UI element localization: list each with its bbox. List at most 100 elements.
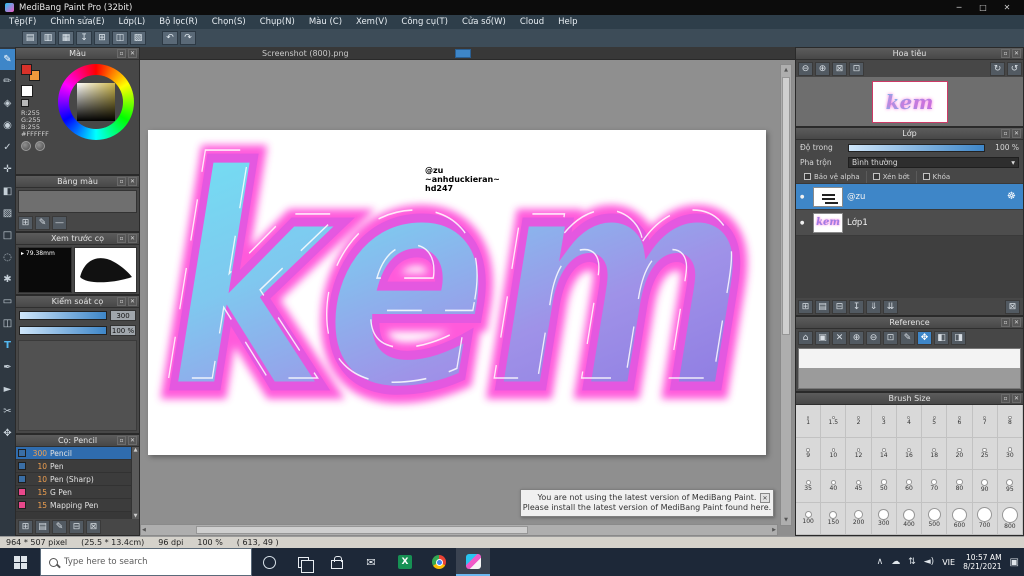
maximize-button[interactable]: □ xyxy=(971,0,995,15)
hand-tool[interactable]: ✥ xyxy=(0,423,15,444)
open-icon[interactable]: ▥ xyxy=(40,31,56,45)
brush-opacity-slider[interactable] xyxy=(19,326,107,335)
brush-size-option[interactable]: 2 xyxy=(846,405,872,438)
filter-tool[interactable]: ✓ xyxy=(0,137,15,158)
horizontal-scrollbar[interactable]: ◀ ▶ xyxy=(140,524,778,536)
menu-item-3[interactable]: Lớp(L) xyxy=(112,15,153,29)
action-center-button[interactable]: ▣ xyxy=(1010,557,1019,568)
gradient-tool[interactable]: ▨ xyxy=(0,203,15,224)
remove-swatch-icon[interactable]: — xyxy=(52,216,67,230)
brush-size-option[interactable]: 1 xyxy=(796,405,822,438)
brush-size-option[interactable]: 6 xyxy=(947,405,973,438)
menu-item-12[interactable]: Help xyxy=(551,15,584,29)
canvas[interactable]: kem kem kem @zu ~anhduckieran~ hd247 xyxy=(148,130,766,455)
notification-close-button[interactable]: ✕ xyxy=(760,493,770,503)
layer-row[interactable]: ● kem Lớp1 xyxy=(796,210,1023,236)
pen-icon[interactable]: ✎ xyxy=(900,330,915,345)
brush-item[interactable]: 300 Pencil xyxy=(16,447,131,460)
brush-tool[interactable]: ✎ xyxy=(0,49,15,70)
brush-size-option[interactable]: 20 xyxy=(947,437,973,470)
mail-button[interactable]: ✉ xyxy=(354,548,388,576)
palette-mode-button[interactable] xyxy=(35,141,45,151)
panel-close-button[interactable]: ✕ xyxy=(1012,394,1021,403)
reset-rotation-icon[interactable]: ↺ xyxy=(1007,61,1022,76)
cloud-icon[interactable]: ☁ xyxy=(891,557,900,567)
brush-size-option[interactable]: 8 xyxy=(997,405,1023,438)
brush-size-value[interactable]: 300 xyxy=(110,310,136,321)
taskbar-search[interactable]: Type here to search xyxy=(40,548,252,576)
panel-close-button[interactable]: ✕ xyxy=(128,234,137,243)
taskbar-clock[interactable]: 10:57 AM 8/21/2021 xyxy=(963,553,1001,571)
panel-popout-button[interactable]: ▫ xyxy=(1001,318,1010,327)
panel-popout-button[interactable]: ▫ xyxy=(1001,49,1010,58)
panel-close-button[interactable]: ✕ xyxy=(1012,129,1021,138)
panel-popout-button[interactable]: ▫ xyxy=(117,297,126,306)
layer-visibility-dot[interactable]: ● xyxy=(800,220,809,226)
color-wheel[interactable] xyxy=(58,64,134,140)
brush-size-option[interactable]: 100 xyxy=(796,502,822,535)
layer-visibility-dot[interactable]: ● xyxy=(800,194,809,200)
brush-size-option[interactable]: 25 xyxy=(972,437,998,470)
image-icon[interactable]: ▣ xyxy=(815,330,830,345)
undo-icon[interactable]: ↶ xyxy=(162,31,178,45)
horizontal-scroll-thumb[interactable] xyxy=(196,526,528,534)
brush-size-option[interactable]: 1.5 xyxy=(821,405,847,438)
fill-tool[interactable]: ◧ xyxy=(0,181,15,202)
add-swatch-icon[interactable]: ⊞ xyxy=(18,216,33,230)
foreground-color-swatch[interactable] xyxy=(21,85,33,97)
brush-item[interactable]: 15 G Pen xyxy=(16,486,131,499)
move-tool[interactable]: ✛ xyxy=(0,159,15,180)
zoom-in-icon[interactable]: ⊕ xyxy=(849,330,864,345)
layer-option-1[interactable]: Bảo vệ alpha xyxy=(798,170,867,183)
merge-layer-icon[interactable]: ⇊ xyxy=(883,299,898,314)
panel-close-button[interactable]: ✕ xyxy=(128,49,137,58)
brush-size-option[interactable]: 300 xyxy=(871,502,897,535)
medibang-taskbar-button[interactable] xyxy=(456,548,490,576)
brush-size-option[interactable]: 4 xyxy=(896,405,923,438)
layer-opacity-slider[interactable] xyxy=(848,143,985,152)
menu-item-5[interactable]: Chọn(S) xyxy=(205,15,253,29)
brush-size-option[interactable]: 150 xyxy=(821,502,847,535)
brush-size-option[interactable]: 400 xyxy=(896,502,923,535)
edit-swatch-icon[interactable]: ✎ xyxy=(35,216,50,230)
close-button[interactable]: ✕ xyxy=(995,0,1019,15)
reference-content[interactable] xyxy=(798,348,1021,368)
brush-item[interactable]: 10 Pen xyxy=(16,460,131,473)
pencil-tool[interactable]: ✏ xyxy=(0,71,15,92)
brush-size-option[interactable]: 5 xyxy=(922,405,948,438)
rotate-view-icon[interactable]: ↻ xyxy=(990,61,1005,76)
apply-layer-icon[interactable]: ⇓ xyxy=(866,299,881,314)
panel-close-button[interactable]: ✕ xyxy=(128,297,137,306)
tab-scroll-button[interactable] xyxy=(455,49,471,58)
clear-icon[interactable]: ✕ xyxy=(832,330,847,345)
transfer-layer-icon[interactable]: ↧ xyxy=(849,299,864,314)
actual-size-icon[interactable]: ⊡ xyxy=(849,61,864,76)
brush-opacity-value[interactable]: 100 % xyxy=(110,325,136,336)
material-icon[interactable]: ▧ xyxy=(130,31,146,45)
brush-size-option[interactable]: 10 xyxy=(821,437,847,470)
magic-wand-tool[interactable]: ✱ xyxy=(0,269,15,290)
brush-size-option[interactable]: 500 xyxy=(922,502,948,535)
brush-size-option[interactable]: 3 xyxy=(871,405,897,438)
delete-layer-icon[interactable]: ⊠ xyxy=(1005,299,1020,314)
pan-hand-icon[interactable]: ✥ xyxy=(917,330,932,345)
layer-row[interactable]: ● @zu ☸ xyxy=(796,184,1023,210)
scroll-left-arrow[interactable]: ◀ xyxy=(142,525,146,535)
panel-popout-button[interactable]: ▫ xyxy=(117,436,126,445)
brush-size-option[interactable]: 7 xyxy=(972,405,998,438)
panel-close-button[interactable]: ✕ xyxy=(1012,49,1021,58)
brush-size-option[interactable]: 9 xyxy=(796,437,822,470)
scroll-right-arrow[interactable]: ▶ xyxy=(772,525,776,535)
brush-size-option[interactable]: 12 xyxy=(846,437,872,470)
vertical-scroll-thumb[interactable] xyxy=(782,77,790,335)
actual-size-icon[interactable]: ⊡ xyxy=(883,330,898,345)
canvas-tab[interactable]: Screenshot (800).png xyxy=(262,47,349,60)
navigator-view[interactable]: kem xyxy=(796,77,1023,126)
vertical-scrollbar[interactable]: ▲ ▼ xyxy=(780,64,792,526)
operation-tool[interactable]: ► xyxy=(0,379,15,400)
color-saturation-square[interactable] xyxy=(77,83,115,121)
navigator-thumbnail[interactable]: kem xyxy=(871,80,948,123)
pin-icon[interactable]: ◨ xyxy=(951,330,966,345)
menu-item-9[interactable]: Công cụ(T) xyxy=(394,15,455,29)
divide-tool[interactable]: ◫ xyxy=(0,313,15,334)
